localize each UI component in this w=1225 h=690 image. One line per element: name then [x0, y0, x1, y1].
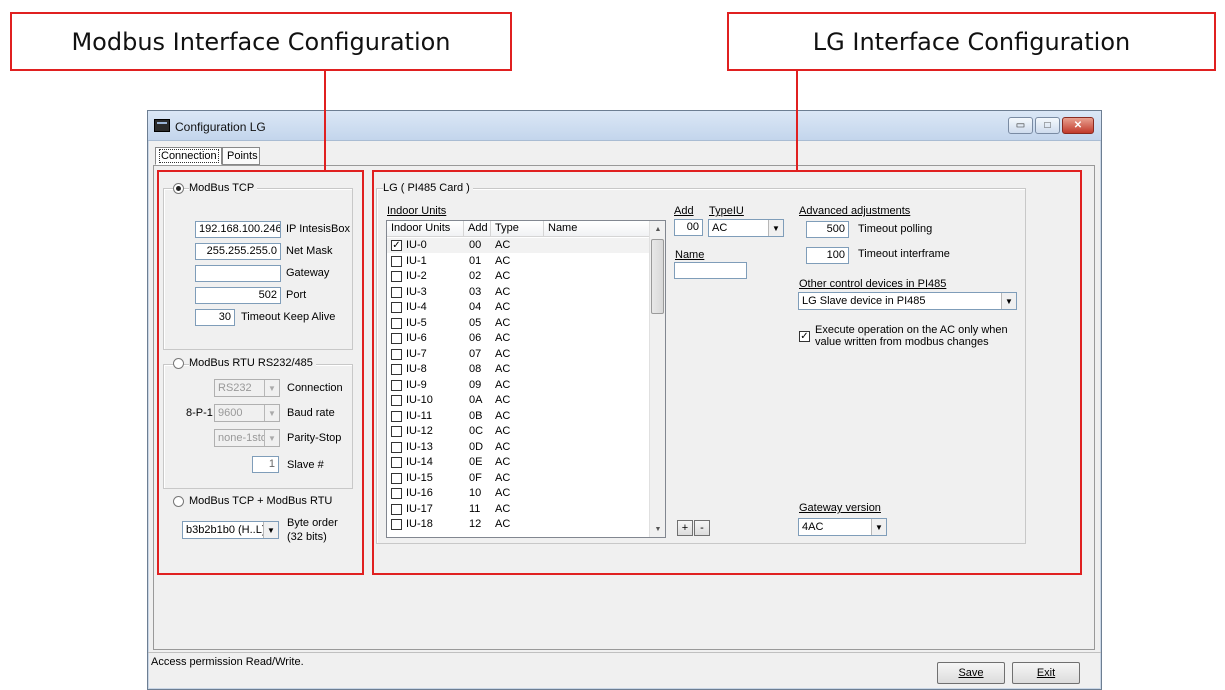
title-bar[interactable]: Configuration LG ▭ □ ✕	[148, 111, 1101, 141]
modbus-highlight-box	[157, 170, 364, 575]
minimize-button[interactable]: ▭	[1008, 117, 1033, 134]
maximize-icon: □	[1044, 120, 1051, 131]
callout-modbus-text: Modbus Interface Configuration	[71, 27, 451, 56]
tab-connection[interactable]: Connection	[155, 147, 222, 165]
lg-callout-connector	[796, 71, 798, 170]
callout-lg-text: LG Interface Configuration	[812, 27, 1131, 56]
maximize-button[interactable]: □	[1035, 117, 1060, 134]
tab-connection-label: Connection	[159, 149, 219, 163]
status-separator	[148, 652, 1101, 653]
callout-lg-configuration: LG Interface Configuration	[727, 12, 1216, 71]
exit-button[interactable]: Exit	[1012, 662, 1080, 684]
window-title: Configuration LG	[175, 120, 266, 134]
status-text: Access permission Read/Write.	[151, 656, 304, 668]
close-button[interactable]: ✕	[1062, 117, 1094, 134]
lg-highlight-box	[372, 170, 1082, 575]
tab-points[interactable]: Points	[222, 147, 260, 165]
exit-button-label: Exit	[1036, 667, 1056, 679]
modbus-callout-connector	[324, 71, 326, 170]
save-button-label: Save	[958, 667, 984, 679]
close-icon: ✕	[1073, 120, 1083, 131]
callout-modbus-configuration: Modbus Interface Configuration	[10, 12, 512, 71]
minimize-icon: ▭	[1015, 120, 1026, 131]
tab-points-label: Points	[227, 150, 258, 162]
window-app-icon	[154, 119, 170, 132]
save-button[interactable]: Save	[937, 662, 1005, 684]
